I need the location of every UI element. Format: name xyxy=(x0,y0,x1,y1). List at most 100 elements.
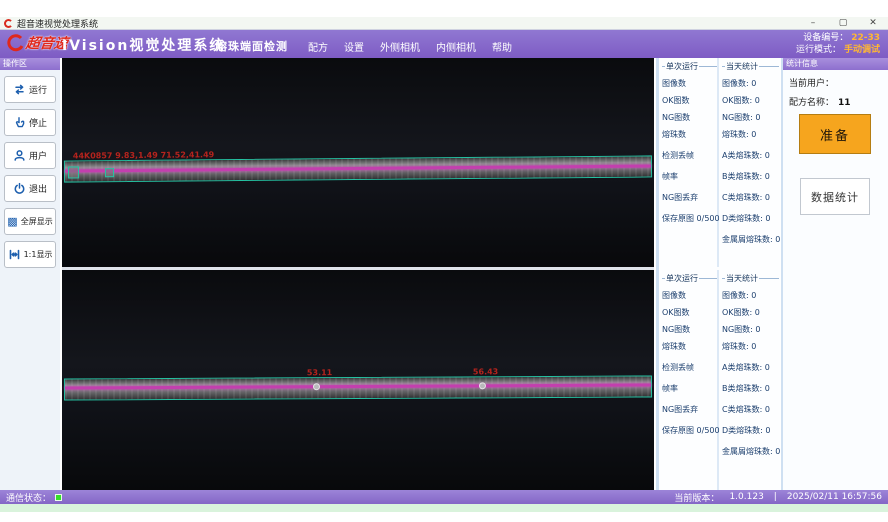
menu-item[interactable]: 帮助 xyxy=(492,39,512,54)
stat-row: 检测丢帧 xyxy=(662,362,717,373)
exit-button[interactable]: 退出 xyxy=(4,175,56,202)
stat-row: OK图数 xyxy=(662,307,717,318)
daily-stats-column: 当天统计 图像数: 0OK图数: 0NG图数: 0熔珠数: 0A类熔珠数: 0B… xyxy=(719,270,779,490)
run-button[interactable]: 运行 xyxy=(4,76,56,103)
app-window: 超音速视觉处理系统 – ▢ ✕ 超音速 IVision视觉处理系统 熔珠端面检测… xyxy=(0,0,888,522)
window-title: 超音速视觉处理系统 xyxy=(17,17,98,30)
exit-button-label: 退出 xyxy=(29,182,47,195)
menu-item[interactable]: 配方 xyxy=(308,39,328,54)
status-separator: | xyxy=(774,492,777,502)
user-icon xyxy=(13,149,26,162)
stat-row: 熔珠数: 0 xyxy=(722,129,779,140)
datetime-value: 2025/02/11 16:57:56 xyxy=(787,492,882,502)
statistics-area: 单次运行 图像数OK图数NG图数熔珠数检测丢帧帧率NG图丢弃保存原图 0/500… xyxy=(656,58,780,490)
single-run-rows: 图像数OK图数NG图数熔珠数检测丢帧帧率NG图丢弃保存原图 0/500 xyxy=(662,290,717,436)
stats-section-inner: 单次运行 图像数OK图数NG图数熔珠数检测丢帧帧率NG图丢弃保存原图 0/500… xyxy=(659,270,780,490)
header-device-info: 设备编号： 22-33 运行模式： 手动调试 xyxy=(796,32,880,56)
menu-item[interactable]: 设置 xyxy=(344,39,364,54)
stat-row: 图像数 xyxy=(662,290,717,301)
stat-row: 帧率 xyxy=(662,383,717,394)
comm-status-indicator xyxy=(55,494,62,501)
weld-strip-overlay: 53.11 56.43 xyxy=(64,375,652,400)
stat-row: 保存原图 0/500 xyxy=(662,213,717,224)
stat-row: NG图丢弃 xyxy=(662,404,717,415)
brand-logo: 超音速 xyxy=(6,33,68,53)
daily-stats-title: 当天统计 xyxy=(726,61,758,72)
fullscreen-button[interactable]: ▩ 全屏显示 xyxy=(4,208,56,235)
stat-row: 图像数: 0 xyxy=(722,78,779,89)
device-number-label: 设备编号： xyxy=(803,32,848,44)
brand-swoosh-icon xyxy=(6,34,24,52)
measurement-annotation: 56.43 xyxy=(473,367,498,376)
restore-button[interactable]: ▢ xyxy=(828,18,858,28)
stat-row: A类熔珠数: 0 xyxy=(722,362,779,373)
daily-stats-title: 当天统计 xyxy=(726,273,758,284)
stat-row: 金属屑熔珠数: 0 xyxy=(722,234,779,245)
operation-sidebar: 操作区 运行 停止 xyxy=(0,58,60,490)
weld-strip-overlay: 44K0857 9.83,1.49 71.52,41.49 xyxy=(64,155,652,182)
stat-row: NG图数: 0 xyxy=(722,112,779,123)
recipe-name-value: 11 xyxy=(838,98,851,108)
stat-row: C类熔珠数: 0 xyxy=(722,192,779,203)
stat-row: D类熔珠数: 0 xyxy=(722,213,779,224)
titlebar: 超音速视觉处理系统 – ▢ ✕ xyxy=(0,17,888,30)
outer-camera-image: 44K0857 9.83,1.49 71.52,41.49 xyxy=(62,58,654,267)
taskbar-strip xyxy=(0,504,888,512)
data-statistics-button[interactable]: 数据统计 xyxy=(800,178,870,215)
app-header: 超音速 IVision视觉处理系统 熔珠端面检测 配方设置外侧相机内侧相机帮助 … xyxy=(0,30,888,58)
menu-item[interactable]: 外侧相机 xyxy=(380,39,420,54)
version-label: 当前版本： xyxy=(674,491,719,504)
run-mode-value: 手动调试 xyxy=(844,44,880,56)
stat-row: NG图数 xyxy=(662,112,717,123)
stat-row: 帧率 xyxy=(662,171,717,182)
stat-row: 熔珠数 xyxy=(662,341,717,352)
stat-row: D类熔珠数: 0 xyxy=(722,425,779,436)
single-run-column: 单次运行 图像数OK图数NG图数熔珠数检测丢帧帧率NG图丢弃保存原图 0/500 xyxy=(659,270,719,490)
single-run-column: 单次运行 图像数OK图数NG图数熔珠数检测丢帧帧率NG图丢弃保存原图 0/500 xyxy=(659,58,719,267)
camera-viewer-area: 44K0857 9.83,1.49 71.52,41.49 53.11 56.4… xyxy=(62,58,654,490)
single-run-title: 单次运行 xyxy=(666,61,698,72)
hand-stop-icon xyxy=(13,116,26,129)
single-run-title: 单次运行 xyxy=(666,273,698,284)
daily-stats-column: 当天统计 图像数: 0 OK图数: 0 NG图数: 0 熔珠数: 0 A类熔珠数: 0 B… xyxy=(719,58,779,267)
stat-row: OK图数: 0 xyxy=(722,307,779,318)
power-icon xyxy=(13,182,26,195)
app-title: IVision视觉处理系统 xyxy=(62,35,225,55)
version-value: 1.0.123 xyxy=(729,492,763,502)
stats-section-outer: 单次运行 图像数OK图数NG图数熔珠数检测丢帧帧率NG图丢弃保存原图 0/500… xyxy=(659,58,780,267)
stat-row: B类熔珠数: 0 xyxy=(722,383,779,394)
run-button-label: 运行 xyxy=(29,83,47,96)
measurement-annotation: 53.11 xyxy=(307,368,332,377)
minimize-button[interactable]: – xyxy=(798,18,828,28)
close-button[interactable]: ✕ xyxy=(858,18,888,28)
menu-item[interactable]: 内侧相机 xyxy=(436,39,476,54)
stat-row: B类熔珠数: 0 xyxy=(722,171,779,182)
stop-button-label: 停止 xyxy=(29,116,47,129)
measurement-annotation: 44K0857 9.83,1.49 71.52,41.49 xyxy=(73,150,214,160)
stat-row: NG图数 xyxy=(662,324,717,335)
menu-bar: 配方 设置 外侧相机 内侧相机 帮助 xyxy=(308,39,512,54)
recipe-name-label: 配方名称： xyxy=(789,98,834,108)
one-to-one-icon xyxy=(8,248,21,261)
stat-row: NG图数: 0 xyxy=(722,324,779,335)
stat-row: 图像数: 0 xyxy=(722,290,779,301)
stat-row: OK图数: 0 xyxy=(722,95,779,106)
app-subtitle: 熔珠端面检测 xyxy=(216,38,288,54)
info-panel: 统计信息 当前用户： 配方名称： 11 准备 数据统计 xyxy=(781,58,888,490)
info-panel-title: 统计信息 xyxy=(783,58,888,70)
comm-status-label: 通信状态： xyxy=(6,491,51,504)
stat-row: A类熔珠数: 0 xyxy=(722,150,779,161)
one-to-one-button-label: 1:1显示 xyxy=(24,249,53,260)
stat-row: C类熔珠数: 0 xyxy=(722,404,779,415)
stat-row: 检测丢帧 xyxy=(662,150,717,161)
status-bar: 通信状态： 当前版本： 1.0.123 | 2025/02/11 16:57:5… xyxy=(0,490,888,504)
stat-row: 熔珠数 xyxy=(662,129,717,140)
stop-button[interactable]: 停止 xyxy=(4,109,56,136)
prepare-button[interactable]: 准备 xyxy=(799,114,871,154)
single-run-rows: 图像数OK图数NG图数熔珠数检测丢帧帧率NG图丢弃保存原图 0/500 xyxy=(662,78,717,224)
one-to-one-button[interactable]: 1:1显示 xyxy=(4,241,56,268)
current-user-label: 当前用户： xyxy=(789,79,834,89)
user-button[interactable]: 用户 xyxy=(4,142,56,169)
run-mode-label: 运行模式： xyxy=(796,44,841,56)
detection-box xyxy=(105,168,114,177)
